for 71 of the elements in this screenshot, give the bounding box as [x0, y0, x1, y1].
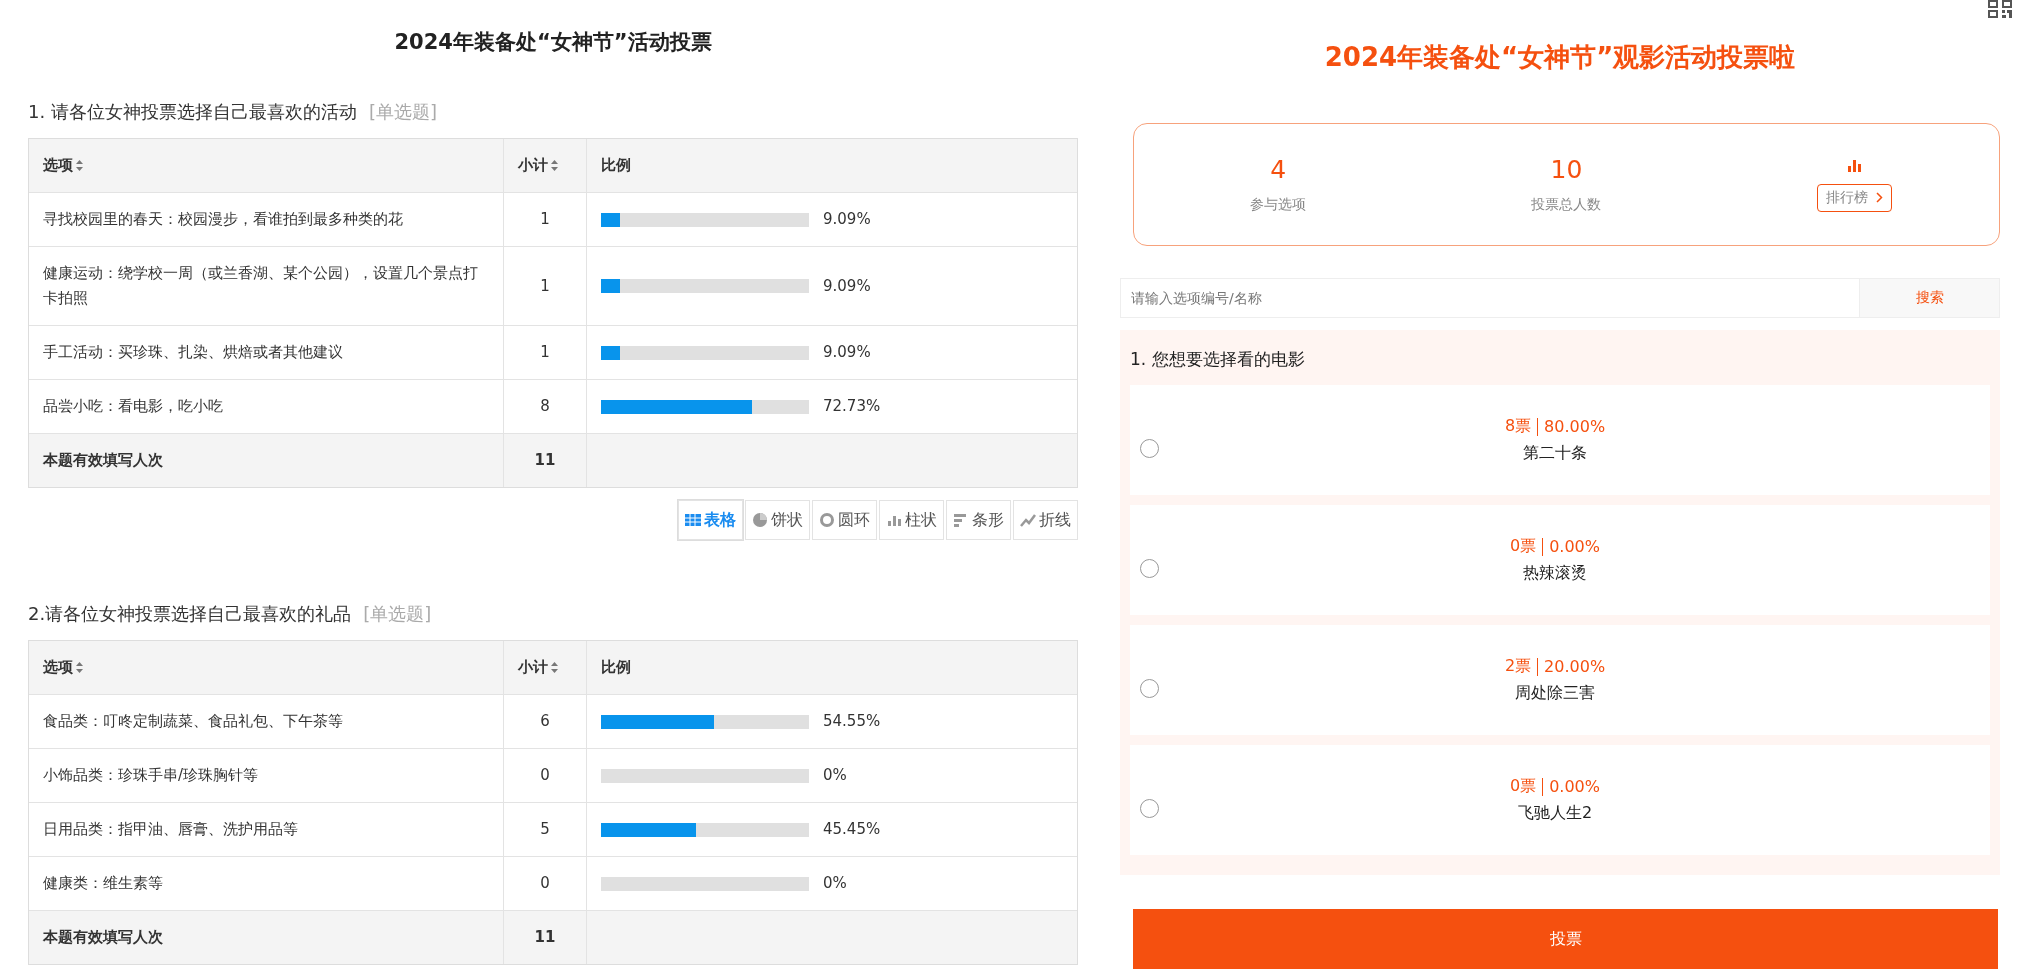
option-name: 第二十条	[1523, 443, 1587, 464]
column-header[interactable]: 选项	[29, 641, 503, 694]
option-name: 热辣滚烫	[1523, 563, 1587, 584]
pie-chart-icon	[752, 512, 768, 528]
view-toggle-button[interactable]: 饼状	[745, 500, 810, 540]
option-cell-text: 品尝小吃：看电影，吃小吃	[42, 396, 224, 417]
vote-count: 2票	[1504, 656, 1532, 677]
radio-button[interactable]	[1140, 798, 1159, 818]
option-cell-text: 健康类：维生素等	[42, 873, 164, 894]
vote-option-card[interactable]: 8票 80.00% 第二十条	[1130, 385, 1990, 495]
option-name: 飞驰人生2	[1517, 803, 1593, 824]
table-icon	[685, 512, 701, 528]
vote-title: 2024年装备处“女神节”观影活动投票啦	[1324, 41, 1796, 74]
percent-text: 0%	[823, 873, 847, 894]
percent-text: 9.09%	[823, 342, 871, 363]
view-toggle-button[interactable]: 柱状	[879, 500, 944, 540]
percent-text: 72.73%	[823, 396, 881, 417]
footer-count: 11	[503, 434, 586, 487]
option-cell-text: 食品类：叮咚定制蔬菜、食品礼包、下午茶等	[42, 711, 344, 732]
footer-count: 11	[503, 911, 586, 964]
bar-chart-icon	[953, 512, 969, 528]
percent-text: 45.45%	[823, 819, 881, 840]
percent-text: 9.09%	[823, 275, 871, 297]
sort-icon[interactable]	[76, 160, 83, 171]
vote-count: 0票	[1510, 776, 1537, 797]
stat-label: 投票总人数	[1531, 196, 1602, 214]
percent-text: 9.09%	[823, 209, 871, 230]
vote-percent: 0.00%	[1549, 537, 1600, 556]
option-cell-text: 健康运动：绕学校一周（或兰香湖、某个公园），设置几个景点打卡拍照	[42, 263, 479, 309]
radio-button[interactable]	[1140, 438, 1159, 458]
vote-option-card[interactable]: 0票 0.00% 飞驰人生2	[1130, 745, 1990, 855]
vote-count: 8票	[1504, 416, 1532, 437]
radio-button[interactable]	[1140, 558, 1159, 578]
percent-text: 0%	[823, 765, 847, 786]
sort-icon[interactable]	[551, 160, 558, 171]
option-cell-text: 寻找校园里的春天：校园漫步，看谁拍到最多种类的花	[42, 209, 404, 230]
sort-icon[interactable]	[76, 662, 83, 673]
footer-label: 本题有效填写人次	[29, 911, 503, 964]
ranking-button[interactable]: 排行榜	[1817, 183, 1893, 212]
stat-value: 4	[1270, 155, 1287, 184]
view-toggle-button[interactable]: 折线	[1013, 500, 1078, 540]
vote-percent: 80.00%	[1544, 417, 1606, 436]
vote-option-card[interactable]: 0票 0.00% 热辣滚烫	[1130, 505, 1990, 615]
report-title: 2024年装备处“女神节”活动投票	[394, 29, 712, 56]
donut-chart-icon	[819, 512, 835, 528]
option-cell-text: 手工活动：买珍珠、扎染、烘焙或者其他建议	[42, 342, 344, 363]
vote-percent: 20.00%	[1544, 657, 1606, 676]
question-title: 1. 您想要选择看的电影	[1130, 348, 1306, 371]
footer-label: 本题有效填写人次	[29, 434, 503, 487]
option-cell-text: 日用品类：指甲油、唇膏、洗护用品等	[42, 819, 299, 840]
view-toggle-button[interactable]: 条形	[946, 500, 1011, 540]
bar-chart-icon	[1847, 157, 1862, 172]
stat-value: 10	[1550, 155, 1583, 184]
question-type-tag: [单选题]	[368, 100, 437, 124]
vote-percent: 0.00%	[1549, 777, 1600, 796]
sort-icon[interactable]	[551, 662, 558, 673]
chevron-right-icon	[1876, 192, 1884, 203]
question-type-tag: [单选题]	[363, 602, 432, 626]
stat-label: 参与选项	[1250, 196, 1307, 214]
option-cell-text: 小饰品类：珍珠手串/珍珠胸针等	[42, 765, 260, 786]
radio-button[interactable]	[1140, 678, 1159, 698]
view-toggle-button[interactable]: 圆环	[812, 500, 877, 540]
option-name: 周处除三害	[1515, 683, 1595, 704]
percent-text: 54.55%	[823, 711, 881, 732]
question-title: 2.请各位女神投票选择自己最喜欢的礼品	[28, 602, 352, 626]
question-title: 1. 请各位女神投票选择自己最喜欢的活动	[28, 100, 357, 124]
qr-code-icon[interactable]	[1988, 0, 2012, 18]
vote-count: 0票	[1510, 536, 1537, 557]
vote-option-card[interactable]: 2票 20.00% 周处除三害	[1130, 625, 1990, 735]
line-chart-icon	[1020, 512, 1036, 528]
column-header[interactable]: 选项	[29, 139, 503, 192]
